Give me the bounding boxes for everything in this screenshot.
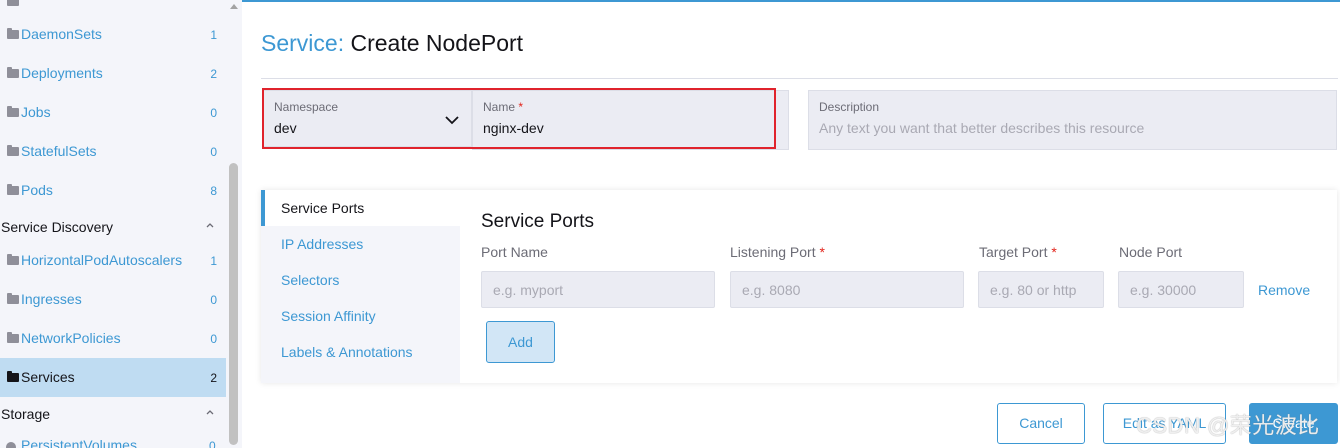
scroll-up-arrow-icon[interactable] [230,4,238,9]
tab-label: Selectors [281,272,340,288]
folder-icon [7,371,19,382]
folder-icon [7,332,19,343]
target-port-input[interactable]: e.g. 80 or http [978,271,1104,308]
target-port-placeholder: e.g. 80 or http [990,282,1077,298]
name-value: nginx-dev [483,120,544,136]
sidebar-scrollbar-thumb[interactable] [229,163,238,445]
description-placeholder: Any text you want that better describes … [819,120,1145,136]
column-header-listening-port: Listening Port * [730,244,825,260]
watermark: CSDN @荣光波比 [1136,413,1320,438]
cancel-button[interactable]: Cancel [997,403,1085,444]
tab-label: Labels & Annotations [281,344,413,360]
sidebar-item-count: 1 [210,28,217,42]
sidebar-item-label: Deployments [21,65,103,81]
description-label: Description [819,100,880,114]
folder-icon [7,145,19,156]
namespace-select[interactable]: Namespace dev [263,90,472,147]
tab-selectors[interactable]: Selectors [261,262,460,298]
sidebar-item-count: 0 [209,439,216,448]
sidebar-item-label: NetworkPolicies [21,330,121,346]
sidebar-item-services[interactable]: Services 2 [0,358,226,397]
chevron-down-icon [445,116,459,125]
folder-icon [7,0,19,6]
section-title: Service Ports [481,211,594,232]
sidebar-item-label: DaemonSets [21,26,102,42]
sidebar-item-persistentvolumes[interactable]: PersistentVolumes [21,437,137,448]
column-header-target-port: Target Port * [979,244,1057,260]
sidebar-group-label: Service Discovery [1,219,114,235]
tab-session-affinity[interactable]: Session Affinity [261,298,460,334]
sidebar-item-label: Pods [21,182,53,198]
sidebar-item-count: 0 [210,293,217,307]
sidebar-item-count: 2 [210,371,217,385]
column-header-node-port: Node Port [1119,244,1183,260]
tab-label: IP Addresses [281,236,364,252]
chevron-up-icon [206,410,214,415]
sidebar-item-count: 0 [210,145,217,159]
chevron-up-icon [206,223,214,228]
sidebar-group-storage[interactable]: Storage [0,395,226,434]
divider [261,78,1338,79]
tab-ip-addresses[interactable]: IP Addresses [261,226,460,262]
sidebar-item-deployments[interactable]: Deployments 2 [0,54,226,93]
sidebar-item-label: Services [21,369,75,385]
folder-icon [7,106,19,117]
sidebar-item-daemonsets[interactable]: DaemonSets 1 [0,15,226,54]
port-name-input[interactable]: e.g. myport [481,271,715,308]
node-port-placeholder: e.g. 30000 [1130,282,1197,298]
folder-icon [7,67,19,78]
sidebar-item-jobs[interactable]: Jobs 0 [0,93,226,132]
sidebar-item-count: 1 [210,254,217,268]
tab-labels-annotations[interactable]: Labels & Annotations [261,334,460,370]
sidebar-group-label: Storage [1,406,51,422]
sidebar-item-count: 2 [210,67,217,81]
sidebar-item-pods[interactable]: Pods 8 [0,171,226,210]
namespace-label: Namespace [274,100,339,114]
sidebar: DaemonSets 1 Deployments 2 Jobs 0 Statef… [0,0,242,448]
namespace-value: dev [274,120,297,136]
column-header-port-name: Port Name [481,244,548,260]
remove-link[interactable]: Remove [1258,282,1310,298]
page-title: Service: Create NodePort [261,30,523,57]
tab-label: Session Affinity [281,308,376,324]
sidebar-item-horizontalpodautoscalers[interactable]: HorizontalPodAutoscalers 1 [0,241,226,280]
node-port-input[interactable]: e.g. 30000 [1118,271,1244,308]
name-field[interactable]: Name * nginx-dev [472,90,789,150]
sidebar-item-count: 0 [210,106,217,120]
listening-port-input[interactable]: e.g. 8080 [730,271,964,308]
add-port-button[interactable]: Add [486,321,555,363]
tab-service-ports[interactable]: Service Ports [261,190,460,226]
top-accent-line [242,0,1340,2]
sidebar-item-statefulsets[interactable]: StatefulSets 0 [0,132,226,171]
listening-port-placeholder: e.g. 8080 [742,282,801,298]
tab-label: Service Ports [281,200,365,216]
globe-icon [6,442,16,448]
sidebar-item-label: Jobs [21,104,51,120]
folder-icon [7,254,19,265]
folder-icon [7,28,19,39]
tab-nav: Service Ports IP Addresses Selectors Ses… [261,190,460,383]
sidebar-item-count: 8 [210,184,217,198]
sidebar-item-networkpolicies[interactable]: NetworkPolicies 0 [0,319,226,358]
description-field[interactable]: Description Any text you want that bette… [808,90,1337,150]
page-title-text: Create NodePort [350,30,524,56]
port-name-placeholder: e.g. myport [493,282,564,298]
sidebar-item-label: StatefulSets [21,143,97,159]
folder-icon [7,293,19,304]
sidebar-item-label: HorizontalPodAutoscalers [21,252,183,268]
folder-icon [7,184,19,195]
sidebar-item-label: Ingresses [21,291,82,307]
page-title-kind: Service: [261,30,345,56]
sidebar-item-ingresses[interactable]: Ingresses 0 [0,280,226,319]
sidebar-item-count: 0 [210,332,217,346]
name-label: Name * [483,100,524,114]
